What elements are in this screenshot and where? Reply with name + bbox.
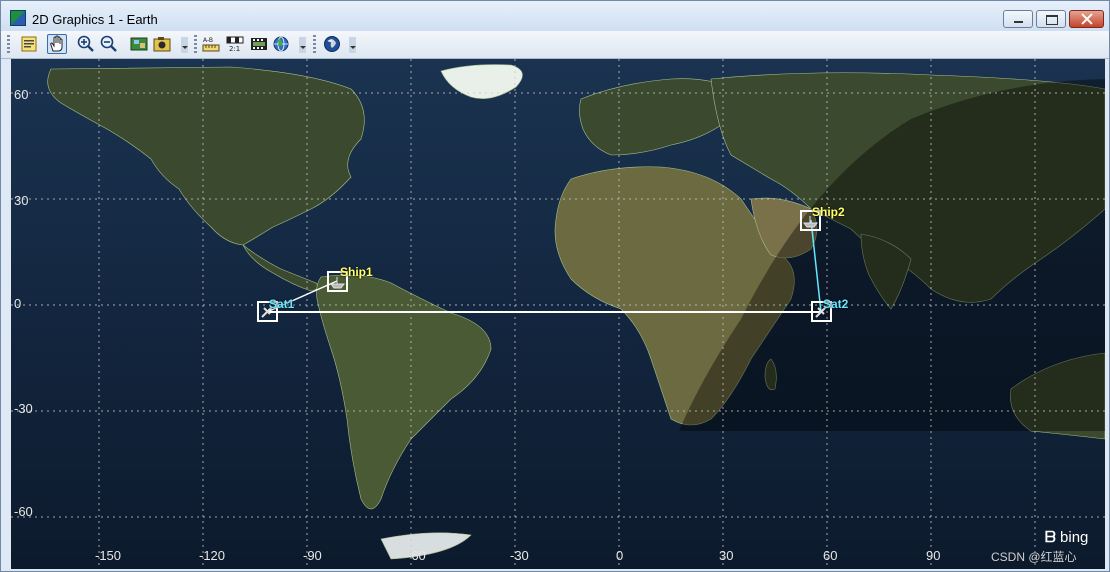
film-button[interactable] bbox=[249, 34, 269, 54]
lon-label-minus90: -90 bbox=[303, 548, 322, 563]
camera-icon bbox=[153, 37, 171, 52]
film-icon bbox=[251, 38, 267, 50]
bing-logo: ᗷ bing bbox=[1045, 529, 1088, 546]
hand-icon bbox=[50, 35, 63, 52]
earth-icon bbox=[324, 36, 340, 52]
lat-label-minus60: -60 bbox=[14, 504, 33, 519]
zoom-in-button[interactable] bbox=[76, 34, 96, 54]
snapshot-button[interactable] bbox=[152, 34, 172, 54]
map-canvas bbox=[11, 59, 1105, 569]
lon-label-90: 90 bbox=[926, 548, 941, 563]
3d-globe-button[interactable] bbox=[322, 34, 342, 54]
lon-label-minus150: -150 bbox=[95, 548, 122, 563]
toolbar-overflow-dropdown-2[interactable] bbox=[299, 37, 306, 53]
toolbar-grip-3[interactable] bbox=[313, 35, 316, 54]
toolbar-overflow-dropdown-3[interactable] bbox=[349, 37, 356, 53]
lat-label-0: 0 bbox=[14, 296, 22, 311]
scale-button[interactable]: 2:1 bbox=[225, 34, 245, 54]
map-layers-button[interactable] bbox=[129, 34, 149, 54]
properties-button[interactable] bbox=[19, 34, 39, 54]
lon-label-30: 30 bbox=[719, 548, 734, 563]
svg-text:2:1: 2:1 bbox=[229, 45, 240, 53]
lon-label-60: 60 bbox=[823, 548, 838, 563]
zoom-out-icon bbox=[100, 35, 117, 52]
toolbar: A-B 2:1 bbox=[1, 31, 1109, 59]
lat-label-minus30: -30 bbox=[14, 401, 33, 416]
sat1-label[interactable]: Sat1 bbox=[269, 297, 294, 311]
map-layers-icon bbox=[130, 37, 148, 51]
toolbar-grip-2[interactable] bbox=[194, 35, 197, 54]
ruler-icon: A-B bbox=[202, 37, 220, 52]
graphics-window: 2D Graphics 1 - Earth A-B 2:1 60 30 0 -3… bbox=[0, 0, 1110, 572]
lon-label-0: 0 bbox=[616, 548, 624, 563]
lon-label-minus30: -30 bbox=[510, 548, 529, 563]
globe-icon bbox=[273, 36, 289, 52]
app-icon bbox=[10, 10, 26, 26]
toolbar-overflow-dropdown-1[interactable] bbox=[181, 37, 188, 53]
lat-label-60: 60 bbox=[14, 87, 29, 102]
bing-logo-text: bing bbox=[1060, 529, 1089, 546]
zoom-in-icon bbox=[77, 35, 94, 52]
maximize-button[interactable] bbox=[1036, 10, 1066, 28]
zoom-out-button[interactable] bbox=[99, 34, 119, 54]
bing-b-icon: ᗷ bbox=[1045, 529, 1056, 546]
properties-icon bbox=[21, 36, 37, 52]
scale-icon: 2:1 bbox=[226, 36, 244, 53]
pan-button[interactable] bbox=[47, 34, 67, 54]
minimize-button[interactable] bbox=[1003, 10, 1033, 28]
close-button[interactable] bbox=[1069, 10, 1104, 28]
measure-button[interactable]: A-B bbox=[201, 34, 221, 54]
globe-button[interactable] bbox=[271, 34, 291, 54]
ship2-label[interactable]: Ship2 bbox=[812, 205, 845, 219]
window-title: 2D Graphics 1 - Earth bbox=[32, 12, 158, 27]
svg-text:A-B: A-B bbox=[203, 37, 213, 44]
sat2-label[interactable]: Sat2 bbox=[823, 297, 848, 311]
ship1-label[interactable]: Ship1 bbox=[340, 265, 373, 279]
watermark: CSDN @红蓝心 bbox=[991, 550, 1077, 564]
earth-map-view[interactable]: 60 30 0 -30 -60 -150 -120 -90 -60 -30 0 … bbox=[11, 59, 1105, 569]
lat-label-30: 30 bbox=[14, 193, 29, 208]
lon-label-minus60: -60 bbox=[407, 548, 426, 563]
toolbar-grip[interactable] bbox=[7, 35, 10, 54]
title-bar[interactable]: 2D Graphics 1 - Earth bbox=[1, 1, 1109, 31]
lon-label-minus120: -120 bbox=[199, 548, 226, 563]
